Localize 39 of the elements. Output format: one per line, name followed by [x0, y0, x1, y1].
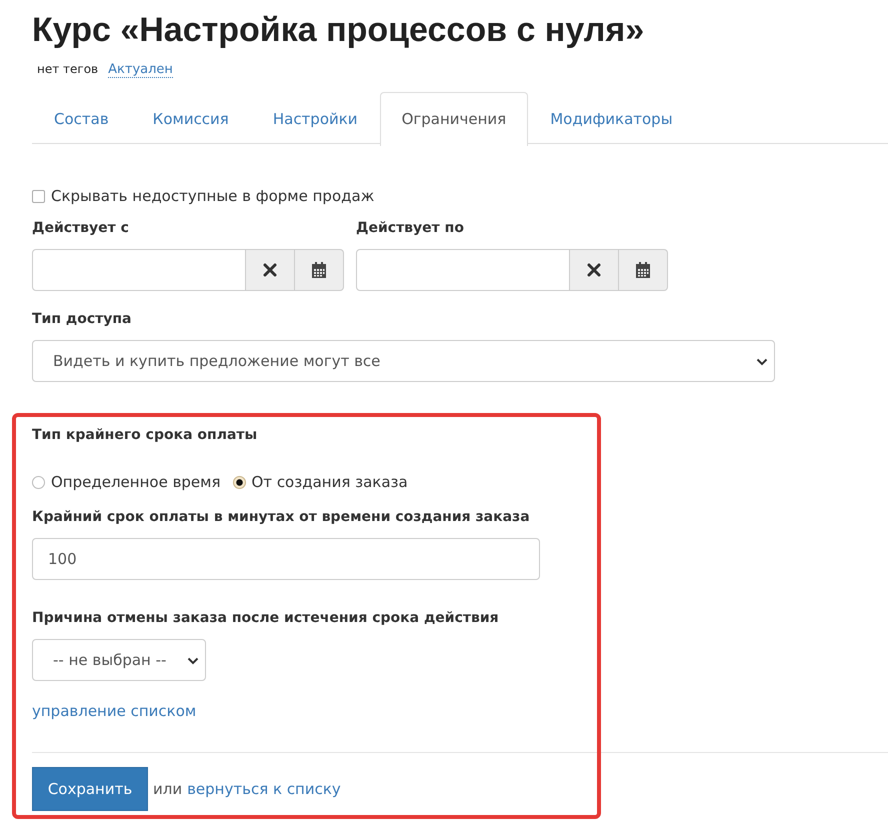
status-link[interactable]: Актуален — [108, 62, 173, 78]
field-label: Тип доступа — [32, 311, 132, 329]
field-label: Тип крайнего срока оплаты — [32, 427, 258, 445]
checkbox-label: Скрывать недоступные в форме продаж — [51, 187, 374, 205]
field-label: Причина отмены заказа после истечения срока действия — [32, 610, 499, 628]
minutes-field[interactable]: 100 — [32, 538, 540, 580]
tab[interactable]: Модификаторы — [528, 92, 695, 143]
tags-text: нет тегов — [37, 62, 98, 76]
close-icon — [263, 263, 277, 277]
field-label: Крайний срок оплаты в минутах от времени создания заказа — [32, 509, 530, 527]
radio-button[interactable] — [232, 476, 246, 488]
tab[interactable]: Комиссия — [130, 92, 251, 143]
cancel-reason-select[interactable]: -- не выбран -- — [32, 639, 206, 681]
calendar-icon — [311, 262, 327, 278]
chevron-icon — [187, 657, 199, 665]
radio-label: Определенное время — [51, 473, 220, 491]
or-text: или — [153, 780, 182, 798]
tab[interactable]: Ограничения — [380, 92, 528, 146]
access-type-select[interactable]: Видеть и купить предложение могут все — [32, 340, 775, 382]
tab[interactable]: Настройки — [250, 92, 380, 143]
save-button[interactable]: Сохранить — [32, 767, 148, 811]
page-title: Курс «Настройка процессов с нуля» — [32, 10, 646, 50]
tab[interactable]: Состав — [32, 92, 131, 143]
clear-button[interactable] — [570, 249, 619, 291]
back-link[interactable]: вернуться к списку — [187, 780, 341, 798]
calendar-icon — [635, 262, 651, 278]
date-field[interactable] — [356, 249, 570, 291]
calendar-button[interactable] — [619, 249, 668, 291]
field-label: Действует по — [356, 220, 464, 238]
radio-button[interactable] — [32, 476, 45, 488]
field-label: Действует с — [32, 220, 129, 238]
chevron-icon — [756, 358, 768, 366]
checkbox[interactable] — [32, 190, 45, 202]
close-icon — [587, 263, 601, 277]
calendar-button[interactable] — [295, 249, 344, 291]
date-field[interactable] — [32, 249, 246, 291]
radio-label: От создания заказа — [252, 473, 408, 491]
clear-button[interactable] — [246, 249, 295, 291]
manage-list-link[interactable]: управление списком — [32, 702, 196, 720]
